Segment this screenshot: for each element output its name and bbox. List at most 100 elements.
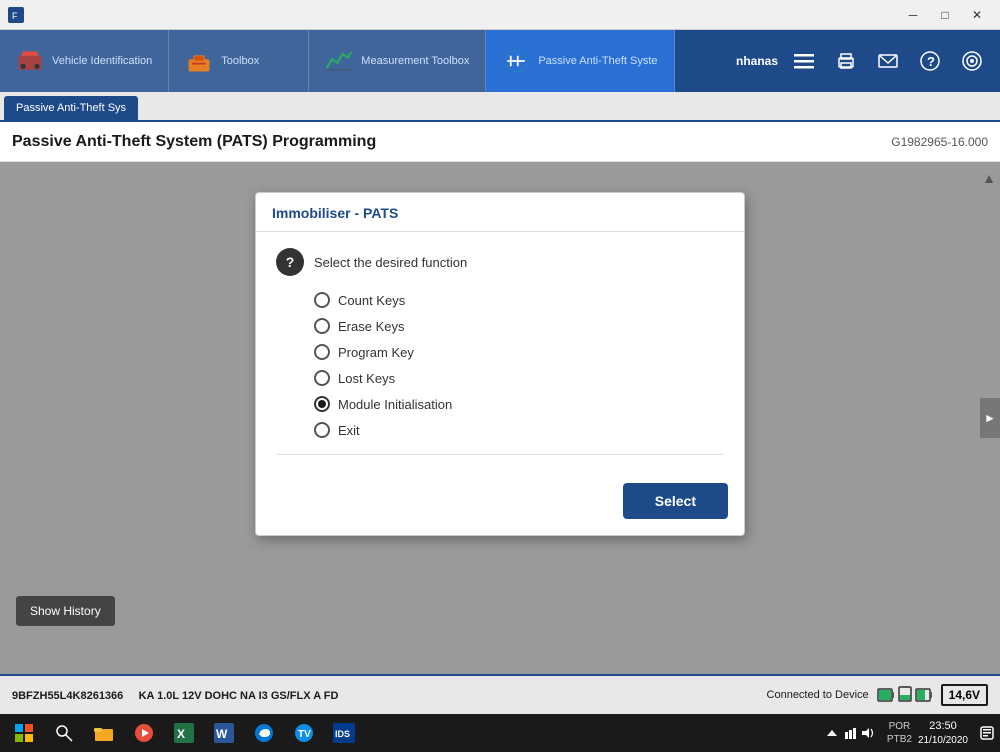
main-area: ▲ Immobiliser - PATS ? Select the desire… <box>0 162 1000 674</box>
title-bar-controls: ─ □ ✕ <box>898 5 992 25</box>
status-bar: 9BFZH55L4K8261366 KA 1.0L 12V DOHC NA I3… <box>0 674 1000 714</box>
close-button[interactable]: ✕ <box>962 5 992 25</box>
radio-circle-exit <box>314 422 330 438</box>
select-button[interactable]: Select <box>623 483 728 519</box>
radio-circle-lost-keys <box>314 370 330 386</box>
title-bar: F ─ □ ✕ <box>0 0 1000 30</box>
search-icon <box>55 724 73 742</box>
taskbar-search-btn[interactable] <box>46 718 82 748</box>
dialog-header: Immobiliser - PATS <box>256 193 744 232</box>
svg-text:IDS: IDS <box>335 729 350 739</box>
tab-pats[interactable]: Passive Anti-Theft Sys <box>4 96 138 120</box>
menu-icon-btn[interactable] <box>788 45 820 77</box>
windows-icon <box>14 723 34 743</box>
svg-text:TV: TV <box>298 729 311 740</box>
page-title: Passive Anti-Theft System (PATS) Program… <box>12 133 376 151</box>
menu-icon <box>794 51 814 71</box>
radio-module-init[interactable]: Module Initialisation <box>314 396 724 412</box>
show-history-button[interactable]: Show History <box>16 596 115 626</box>
time-label: 23:50 21/10/2020 <box>918 719 968 746</box>
vehicle-id-icon <box>16 47 44 75</box>
measurement-icon <box>325 47 353 75</box>
taskbar-fordids-btn[interactable]: IDS <box>326 718 362 748</box>
dialog-title: Immobiliser - PATS <box>272 205 398 221</box>
print-icon <box>836 51 856 71</box>
device-icon-2 <box>898 686 912 704</box>
status-right: Connected to Device 14,6V <box>767 684 988 706</box>
toolbox-icon <box>185 47 213 75</box>
radio-circle-erase-keys <box>314 318 330 334</box>
radio-label-erase-keys: Erase Keys <box>338 319 404 334</box>
nav-tab-toolbox[interactable]: Toolbox <box>169 30 309 92</box>
fordids-icon: IDS <box>333 723 355 743</box>
mail-icon-btn[interactable] <box>872 45 904 77</box>
nav-right: nhanas ? <box>724 30 1000 92</box>
print-icon-btn[interactable] <box>830 45 862 77</box>
dialog: Immobiliser - PATS ? Select the desired … <box>255 192 745 536</box>
svg-text:W: W <box>216 727 228 741</box>
word-icon: W <box>214 723 234 743</box>
signal-icon-btn[interactable] <box>956 45 988 77</box>
taskbar-system-tray: POR PTB2 23:50 21/10/2020 <box>825 719 994 746</box>
title-bar-left: F <box>8 7 24 23</box>
excel-icon: X <box>174 723 194 743</box>
taskbar-teamviewer-btn[interactable]: TV <box>286 718 322 748</box>
radio-list: Count Keys Erase Keys Program Key Lost K… <box>276 292 724 438</box>
username-label: nhanas <box>736 54 778 68</box>
help-icon-btn[interactable]: ? <box>914 45 946 77</box>
nav-tab-vehicle-id[interactable]: Vehicle Identification <box>0 30 169 92</box>
dialog-divider <box>276 454 724 455</box>
taskbar-excel-btn[interactable]: X <box>166 718 202 748</box>
media-icon <box>134 723 154 743</box>
minimize-button[interactable]: ─ <box>898 5 928 25</box>
status-left: 9BFZH55L4K8261366 KA 1.0L 12V DOHC NA I3… <box>12 686 338 704</box>
network-icon <box>843 726 857 740</box>
nav-tab-vehicle-id-label: Vehicle Identification <box>52 55 152 67</box>
side-expand-arrow[interactable]: ► <box>980 398 1000 438</box>
help-icon: ? <box>920 51 940 71</box>
device-status-icons <box>877 686 933 704</box>
scroll-up-arrow[interactable]: ▲ <box>982 170 996 186</box>
maximize-button[interactable]: □ <box>930 5 960 25</box>
radio-circle-program-key <box>314 344 330 360</box>
question-text: Select the desired function <box>314 255 467 270</box>
locale-label: POR PTB2 <box>887 720 912 746</box>
radio-label-lost-keys: Lost Keys <box>338 371 395 386</box>
nav-tab-measurement[interactable]: Measurement Toolbox <box>309 30 486 92</box>
nav-tab-measurement-label: Measurement Toolbox <box>361 55 469 67</box>
teamviewer-icon: TV <box>294 723 314 743</box>
signal-icon <box>962 51 982 71</box>
page-header: Passive Anti-Theft System (PATS) Program… <box>0 122 1000 162</box>
taskbar-media-btn[interactable] <box>126 718 162 748</box>
svg-text:?: ? <box>927 54 935 69</box>
question-icon: ? <box>276 248 304 276</box>
taskbar: X W TV IDS <box>0 714 1000 752</box>
radio-erase-keys[interactable]: Erase Keys <box>314 318 724 334</box>
radio-label-count-keys: Count Keys <box>338 293 405 308</box>
taskbar-edge-btn[interactable] <box>246 718 282 748</box>
radio-program-key[interactable]: Program Key <box>314 344 724 360</box>
device-icon-3 <box>915 688 933 702</box>
notification-icon[interactable] <box>980 726 994 740</box>
nav-tab-pats-label: Passive Anti-Theft Syste <box>538 55 657 67</box>
device-icon-1 <box>877 688 895 702</box>
radio-circle-count-keys <box>314 292 330 308</box>
radio-exit[interactable]: Exit <box>314 422 724 438</box>
start-button[interactable] <box>6 718 42 748</box>
radio-circle-module-init <box>314 396 330 412</box>
radio-count-keys[interactable]: Count Keys <box>314 292 724 308</box>
tray-up-arrow-icon[interactable] <box>825 726 839 740</box>
radio-lost-keys[interactable]: Lost Keys <box>314 370 724 386</box>
radio-label-program-key: Program Key <box>338 345 414 360</box>
system-clock: POR PTB2 23:50 21/10/2020 <box>879 719 976 746</box>
taskbar-word-btn[interactable]: W <box>206 718 242 748</box>
dialog-footer: Select <box>256 483 744 535</box>
voltage-display: 14,6V <box>941 684 988 706</box>
vin-label: 9BFZH55L4K8261366 KA 1.0L 12V DOHC NA I3… <box>12 690 338 702</box>
nav-bar: Vehicle Identification Toolbox Measureme… <box>0 30 1000 92</box>
mail-icon <box>878 51 898 71</box>
taskbar-file-explorer[interactable] <box>86 718 122 748</box>
tab-pats-label: Passive Anti-Theft Sys <box>16 102 126 114</box>
app-icon: F <box>8 7 24 23</box>
nav-tab-pats[interactable]: Passive Anti-Theft Syste <box>486 30 674 92</box>
